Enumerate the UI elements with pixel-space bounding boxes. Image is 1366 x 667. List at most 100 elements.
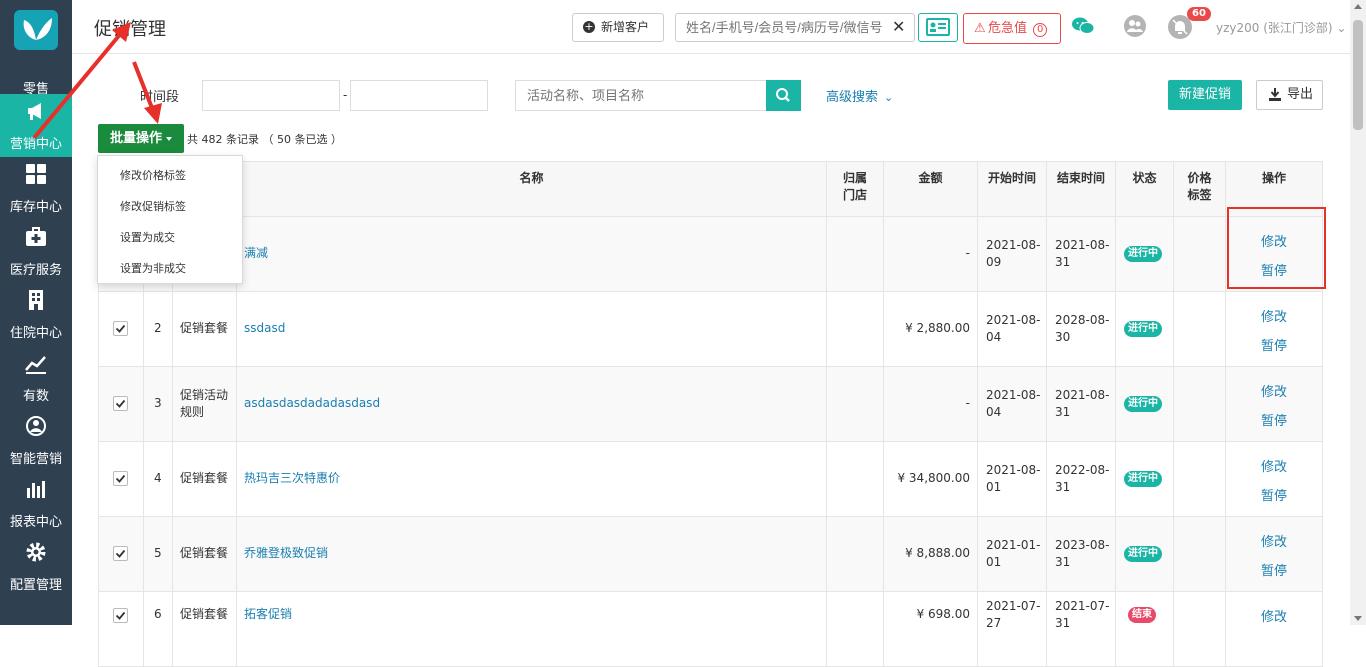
scroll-thumb[interactable]	[1353, 20, 1363, 130]
sidebar-item-medical[interactable]: 医疗服务	[0, 220, 72, 283]
edit-link[interactable]: 修改	[1226, 456, 1322, 475]
end-date: 2023-08-31	[1055, 538, 1110, 569]
wechat-icon[interactable]	[1072, 16, 1094, 36]
row-checkbox[interactable]	[113, 546, 128, 561]
batch-actions-label: 批量操作	[110, 131, 163, 146]
edit-link[interactable]: 修改	[1226, 606, 1322, 625]
annotation-highlight-box	[1227, 207, 1326, 289]
sidebar-item-label: 医疗服务	[9, 263, 62, 278]
grid-icon	[26, 164, 46, 184]
keyword-search-input[interactable]	[515, 80, 767, 111]
promotion-name-link[interactable]: ssdasd	[244, 320, 285, 337]
id-card-icon	[926, 18, 950, 36]
sidebar-item-label: 库存中心	[9, 200, 62, 215]
header-end: 结束时间	[1047, 162, 1116, 218]
search-button[interactable]	[766, 80, 801, 111]
close-icon[interactable]: ✕	[892, 17, 905, 36]
row-index: 4	[154, 471, 162, 485]
promotion-type: 促销套餐	[180, 607, 229, 621]
sidebar-item-label: 住院中心	[9, 326, 62, 341]
header-price-tag: 价格标签	[1174, 162, 1226, 218]
menu-item-edit-promo-tag[interactable]: 修改促销标签	[120, 198, 186, 214]
menu-item-edit-price-tag[interactable]: 修改价格标签	[120, 167, 186, 183]
promotion-name-link[interactable]: 满减	[244, 245, 268, 262]
sidebar-item-smart-marketing[interactable]: 智能营销	[0, 409, 72, 472]
plus-icon: +	[583, 20, 595, 33]
edit-link[interactable]: 修改	[1226, 306, 1322, 325]
search-icon	[776, 88, 790, 102]
header-name: 名称	[237, 162, 827, 218]
row-checkbox[interactable]	[113, 608, 128, 623]
user-menu[interactable]: yzy200 (张江门诊部) ⌄	[1216, 19, 1346, 36]
check-icon	[115, 474, 126, 483]
sidebar-item-marketing[interactable]: 营销中心	[0, 94, 72, 157]
promotion-name-link[interactable]: 乔雅登极致促销	[244, 545, 328, 562]
start-date: 2021-08-01	[986, 463, 1041, 494]
start-date: 2021-08-04	[986, 313, 1041, 344]
start-date-input[interactable]	[202, 80, 340, 111]
promotion-name-link[interactable]: asdasdasdadadasdasd	[244, 395, 380, 412]
promotion-type: 促销活动规则	[180, 388, 229, 419]
bar-chart-icon	[27, 481, 45, 498]
new-customer-button[interactable]: + 新增客户	[572, 13, 664, 42]
users-icon[interactable]	[1122, 14, 1148, 38]
sidebar-item-config[interactable]: 配置管理	[0, 535, 72, 598]
new-promotion-button[interactable]: 新建促销	[1168, 80, 1242, 110]
amount: -	[965, 396, 970, 410]
end-date: 2021-08-31	[1055, 388, 1110, 419]
sidebar-item-reports[interactable]: 报表中心	[0, 472, 72, 535]
promotion-type: 促销套餐	[180, 546, 229, 560]
sidebar-item-label: 有数	[22, 389, 49, 404]
edit-link[interactable]: 修改	[1226, 531, 1322, 550]
batch-actions-button[interactable]: 批量操作	[98, 124, 184, 153]
table-row: 2 促销套餐 ssdasd ¥ 2,880.00 2021-08-04 2028…	[98, 292, 1323, 367]
check-icon	[115, 549, 126, 558]
row-checkbox[interactable]	[113, 471, 128, 486]
critical-value-button[interactable]: ⚠ 危急值 0	[963, 13, 1061, 44]
menu-item-set-deal[interactable]: 设置为成交	[120, 229, 175, 245]
status-badge: 进行中	[1124, 321, 1162, 337]
menu-item-set-no-deal[interactable]: 设置为非成交	[120, 260, 186, 276]
customer-search-input[interactable]	[675, 13, 915, 42]
pause-link[interactable]: 暂停	[1226, 410, 1322, 429]
promotion-type: 促销套餐	[180, 321, 229, 335]
id-card-button[interactable]	[918, 13, 958, 42]
advanced-search-toggle[interactable]: 高级搜索 ⌄	[826, 86, 893, 105]
row-checkbox[interactable]	[113, 321, 128, 336]
sidebar: 零售 营销中心 库存中心 医疗服务 住院中心 有数 智能营销 报表中心 配置管理	[0, 0, 72, 625]
gear-icon	[26, 542, 46, 562]
date-separator: -	[343, 88, 348, 102]
edit-link[interactable]: 修改	[1226, 381, 1322, 400]
table-header: 名称 归属门店 金额 开始时间 结束时间 状态 价格标签 操作	[98, 161, 1323, 218]
sidebar-item-data[interactable]: 有数	[0, 346, 72, 409]
sidebar-item-label: 报表中心	[9, 515, 62, 530]
promotion-type: 促销套餐	[180, 471, 229, 485]
header-amount: 金额	[884, 162, 978, 218]
chevron-down-icon: ⌄	[884, 91, 894, 104]
scroll-up-icon[interactable]	[1354, 4, 1362, 9]
end-date: 2022-08-31	[1055, 463, 1110, 494]
pause-link[interactable]: 暂停	[1226, 335, 1322, 354]
promotion-name-link[interactable]: 拓客促销	[244, 606, 292, 623]
pause-link[interactable]: 暂停	[1226, 485, 1322, 504]
end-date-input[interactable]	[350, 80, 488, 111]
medical-kit-icon	[26, 227, 46, 246]
critical-value-count: 0	[1033, 23, 1048, 37]
vertical-scrollbar[interactable]	[1350, 0, 1366, 625]
scroll-down-icon[interactable]	[1354, 616, 1362, 621]
check-icon	[115, 611, 126, 620]
sidebar-item-inventory[interactable]: 库存中心	[0, 157, 72, 220]
row-checkbox[interactable]	[113, 396, 128, 411]
sidebar-item-inpatient[interactable]: 住院中心	[0, 283, 72, 346]
start-date: 2021-08-09	[986, 238, 1041, 269]
butterfly-logo-icon	[14, 10, 58, 50]
pause-link[interactable]: 暂停	[1226, 560, 1322, 579]
start-date: 2021-07-27	[986, 599, 1041, 630]
critical-value-label: 危急值	[988, 21, 1028, 36]
advanced-search-label: 高级搜索	[826, 90, 879, 105]
end-date: 2028-08-30	[1055, 313, 1110, 344]
export-button[interactable]: 导出	[1256, 80, 1323, 110]
alert-icon: ⚠	[974, 21, 986, 36]
status-badge: 结束	[1128, 607, 1156, 623]
promotion-name-link[interactable]: 热玛吉三次特惠价	[244, 470, 340, 487]
